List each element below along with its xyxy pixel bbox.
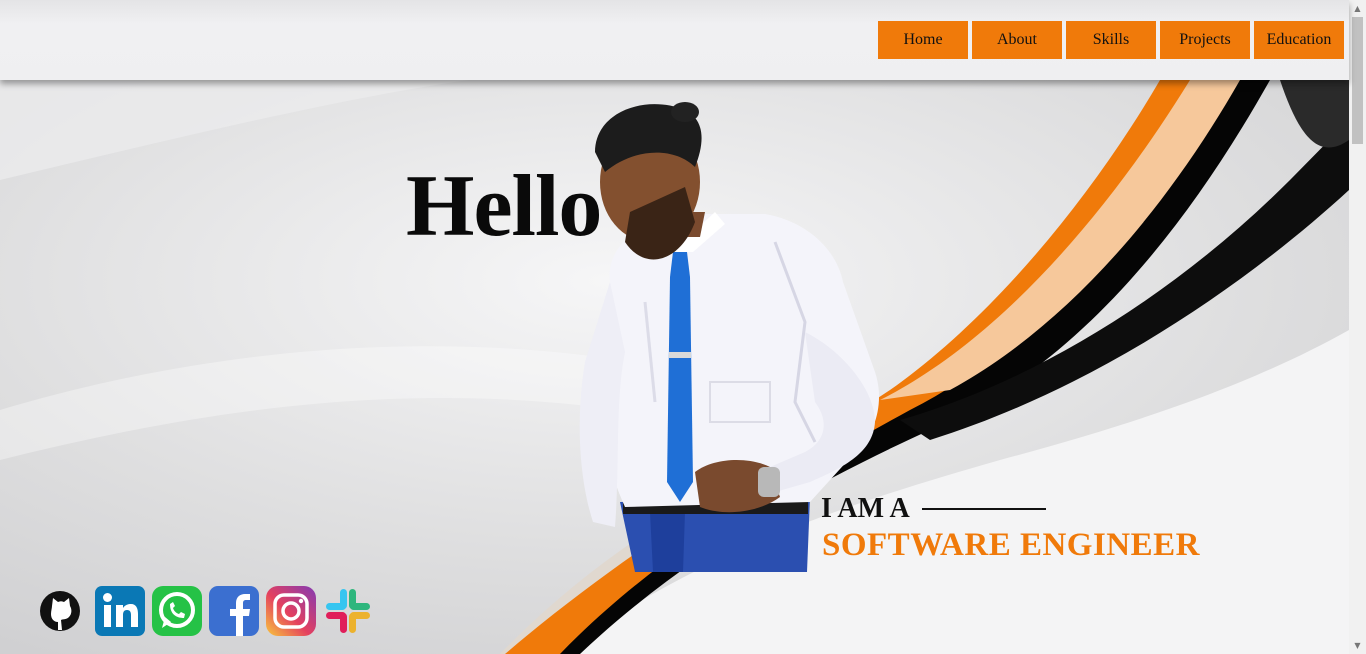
- facebook-icon[interactable]: [209, 586, 259, 636]
- nav-about-button[interactable]: About: [972, 21, 1062, 59]
- whatsapp-icon[interactable]: [152, 586, 202, 636]
- github-icon[interactable]: [38, 586, 88, 636]
- scroll-down-arrow-icon[interactable]: ▼: [1349, 637, 1366, 654]
- social-links: [38, 586, 373, 636]
- linkedin-icon[interactable]: [95, 586, 145, 636]
- instagram-icon[interactable]: [266, 586, 316, 636]
- site-header: Home About Skills Projects Education: [0, 0, 1349, 80]
- intro-divider-line: [921, 508, 1046, 510]
- nav-home-button[interactable]: Home: [878, 21, 968, 59]
- scroll-up-arrow-icon[interactable]: ▲: [1349, 0, 1366, 17]
- hero-section: Hello I AM A SOFTWARE ENGINEER: [0, 80, 1349, 654]
- slack-icon[interactable]: [323, 586, 373, 636]
- hero-greeting: Hello: [406, 158, 602, 255]
- hero-intro-text: I AM A: [821, 493, 910, 524]
- page-scrollbar[interactable]: ▲ ▼: [1349, 0, 1366, 654]
- scroll-thumb[interactable]: [1352, 17, 1363, 144]
- nav-projects-button[interactable]: Projects: [1160, 21, 1250, 59]
- hero-role: SOFTWARE ENGINEER: [822, 527, 1200, 563]
- hero-intro: I AM A: [821, 493, 1046, 525]
- main-nav: Home About Skills Projects Education: [878, 21, 1344, 59]
- nav-education-button[interactable]: Education: [1254, 21, 1344, 59]
- nav-skills-button[interactable]: Skills: [1066, 21, 1156, 59]
